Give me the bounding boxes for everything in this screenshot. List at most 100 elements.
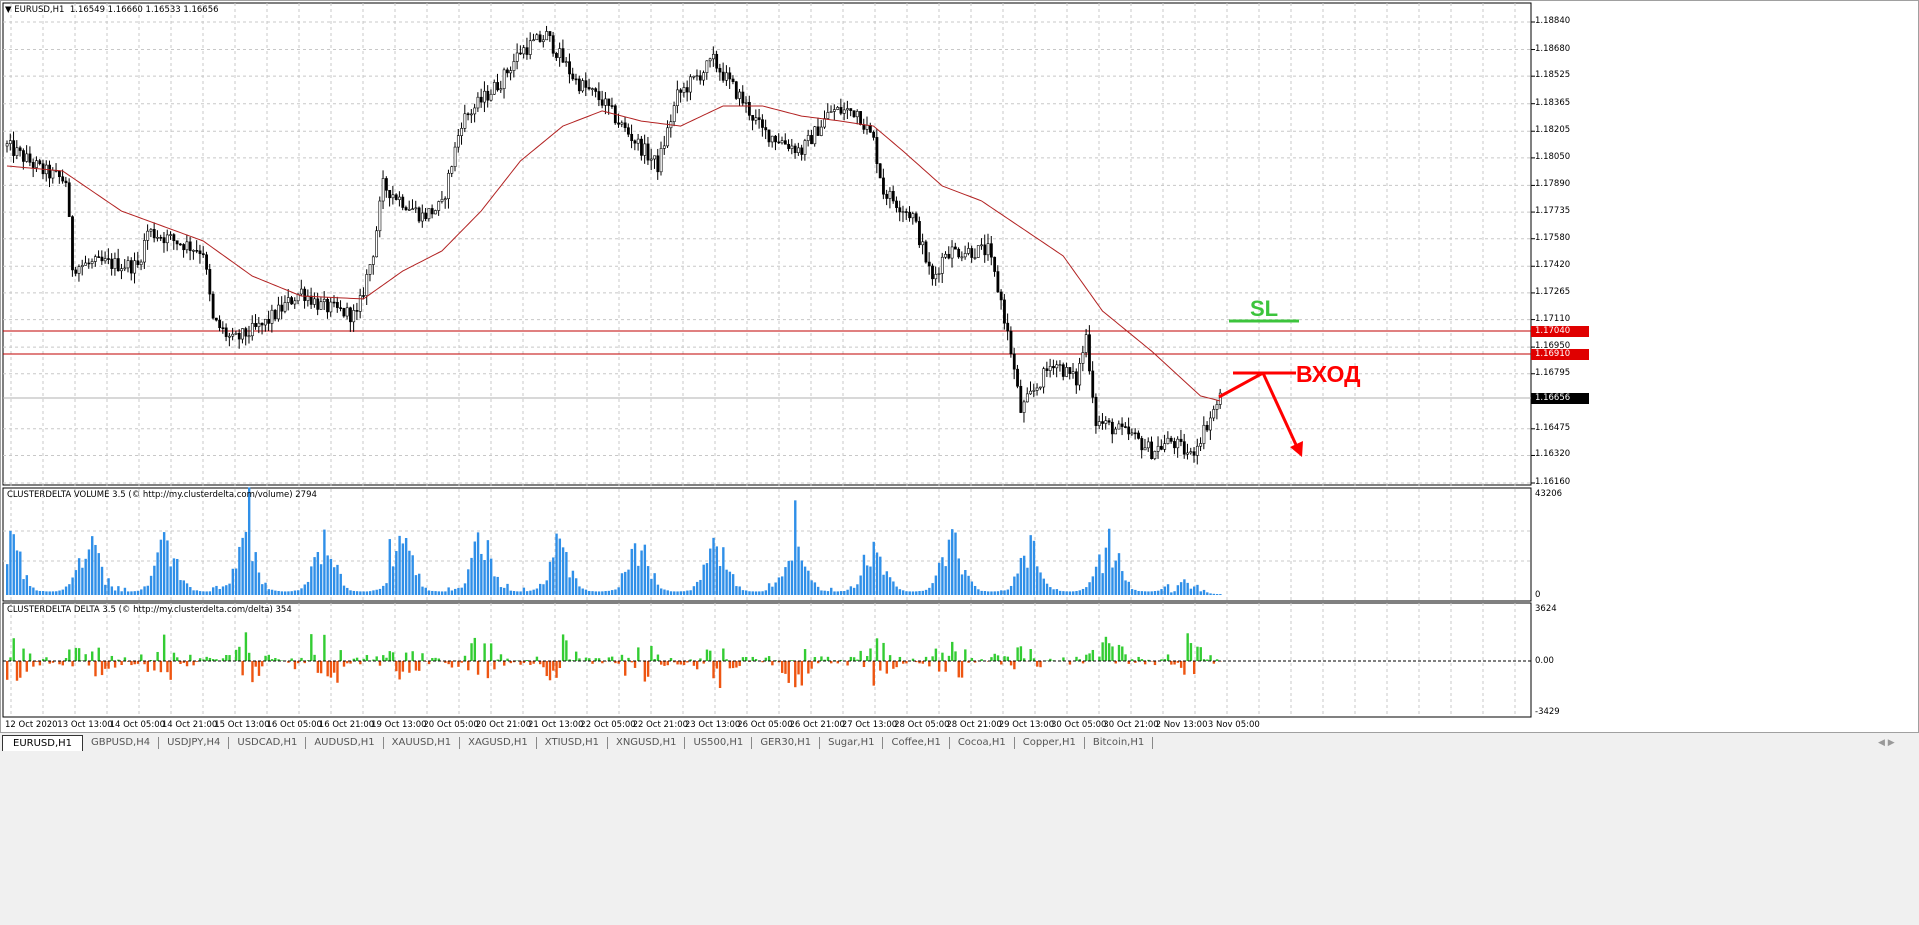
volume-bar xyxy=(378,588,382,595)
volume-bar xyxy=(1179,582,1183,595)
delta-bar xyxy=(879,661,882,671)
tab-xagusd-h1[interactable]: XAGUSD,H1 xyxy=(460,737,537,749)
candle-body xyxy=(911,213,915,219)
delta-bar xyxy=(1088,653,1091,661)
volume-bar xyxy=(1107,528,1111,595)
volume-bar xyxy=(646,566,650,595)
volume-bar xyxy=(643,544,647,595)
tab-usdcad-h1[interactable]: USDCAD,H1 xyxy=(229,737,307,749)
tab-usdjpy-h4[interactable]: USDJPY,H4 xyxy=(159,737,230,749)
volume-bar xyxy=(264,582,267,595)
scroll-left-icon[interactable]: ◀ xyxy=(1878,738,1885,748)
delta-bar xyxy=(633,661,637,668)
candle-body xyxy=(159,236,163,239)
volume-bar xyxy=(879,556,882,595)
candle-body xyxy=(1176,438,1180,449)
chart-menu-triangle-icon[interactable]: ▼ xyxy=(5,5,12,15)
tab-xauusd-h1[interactable]: XAUUSD,H1 xyxy=(384,737,461,749)
volume-bar xyxy=(198,591,202,595)
delta-bar xyxy=(185,661,189,667)
tab-coffee-h1[interactable]: Coffee,H1 xyxy=(883,737,950,749)
volume-bar xyxy=(624,571,627,595)
volume-bar xyxy=(1215,594,1219,595)
tab-scroll-arrows[interactable]: ◀ ▶ xyxy=(1878,738,1895,748)
volume-bar xyxy=(764,590,768,595)
time-axis-label: 12 Oct 2020 xyxy=(5,720,58,730)
delta-bar xyxy=(1098,656,1101,661)
candle-body xyxy=(525,47,529,55)
time-axis-label: 22 Oct 21:00 xyxy=(632,720,689,730)
candle-body xyxy=(797,147,800,154)
delta-bar xyxy=(1183,661,1186,675)
volume-bar xyxy=(519,591,522,595)
time-axis-label: 26 Oct 21:00 xyxy=(789,720,845,730)
tab-copper-h1[interactable]: Copper,H1 xyxy=(1015,737,1085,749)
candle-body xyxy=(231,333,235,337)
ohlc-values: 1.16549 1.16660 1.16533 1.16656 xyxy=(69,5,219,15)
candle-body xyxy=(283,302,287,312)
volume-bar xyxy=(610,590,614,595)
tab-eurusd-h1[interactable]: EURUSD,H1 xyxy=(2,735,84,751)
volume-bar xyxy=(728,571,732,595)
candle-body xyxy=(986,243,990,256)
volume-bar xyxy=(1189,588,1193,595)
candle-body xyxy=(551,35,555,54)
candle-body xyxy=(483,90,486,103)
candle-body xyxy=(1068,367,1072,374)
volume-bar xyxy=(960,574,964,595)
candle-body xyxy=(937,273,941,275)
delta-bar xyxy=(476,661,480,675)
candle-body xyxy=(270,309,274,324)
volume-bar xyxy=(463,583,467,595)
volume-bar xyxy=(990,591,993,595)
candle-body xyxy=(891,191,895,202)
tab-bitcoin-h1[interactable]: Bitcoin,H1 xyxy=(1085,737,1154,749)
delta-bar xyxy=(6,661,9,680)
tab-audusd-h1[interactable]: AUDUSD,H1 xyxy=(306,737,384,749)
delta-bar xyxy=(525,660,529,661)
delta-bar xyxy=(1209,655,1212,661)
delta-bar xyxy=(463,655,467,661)
time-axis-label: 14 Oct 05:00 xyxy=(109,720,166,730)
candle-body xyxy=(378,200,382,232)
tab-ger30-h1[interactable]: GER30,H1 xyxy=(752,737,821,749)
chart-window: ▼ EURUSD,H1 1.16549 1.16660 1.16533 1.16… xyxy=(0,0,1919,733)
delta-bar xyxy=(646,661,650,677)
scroll-right-icon[interactable]: ▶ xyxy=(1888,738,1895,748)
candle-body xyxy=(806,135,810,141)
candle-body xyxy=(319,301,323,310)
delta-bar xyxy=(866,656,869,661)
delta-bar xyxy=(807,661,810,674)
delta-bar xyxy=(326,661,329,677)
candle-body xyxy=(339,307,343,309)
volume-bar xyxy=(617,587,620,595)
delta-bar xyxy=(574,651,578,661)
candle-body xyxy=(875,137,879,165)
candle-body xyxy=(1055,364,1059,369)
tab-us500-h1[interactable]: US500,H1 xyxy=(685,737,753,749)
candle-body xyxy=(466,113,470,116)
tab-xtiusd-h1[interactable]: XTIUSD,H1 xyxy=(537,737,608,749)
volume-bar xyxy=(800,560,804,595)
volume-bar xyxy=(859,575,862,595)
volume-bar xyxy=(702,564,705,595)
delta-bar xyxy=(411,651,414,661)
candle-body xyxy=(332,301,336,304)
delta-bar xyxy=(1143,661,1147,665)
candle-body xyxy=(728,72,732,80)
delta-bar xyxy=(110,655,114,661)
candle-body xyxy=(58,170,61,178)
delta-bar xyxy=(22,648,25,661)
tab-sugar-h1[interactable]: Sugar,H1 xyxy=(820,737,884,749)
volume-bar xyxy=(408,550,411,595)
candle-body xyxy=(535,34,539,41)
tab-gbpusd-h4[interactable]: GBPUSD,H4 xyxy=(83,737,160,749)
delta-bar xyxy=(375,656,378,661)
volume-bar xyxy=(182,580,185,595)
candle-body xyxy=(1032,390,1036,392)
tab-cocoa-h1[interactable]: Cocoa,H1 xyxy=(950,737,1015,749)
chart-canvas[interactable] xyxy=(1,1,1919,734)
volume-bar xyxy=(957,558,960,595)
tab-xngusd-h1[interactable]: XNGUSD,H1 xyxy=(608,737,686,749)
volume-bar xyxy=(539,583,542,595)
